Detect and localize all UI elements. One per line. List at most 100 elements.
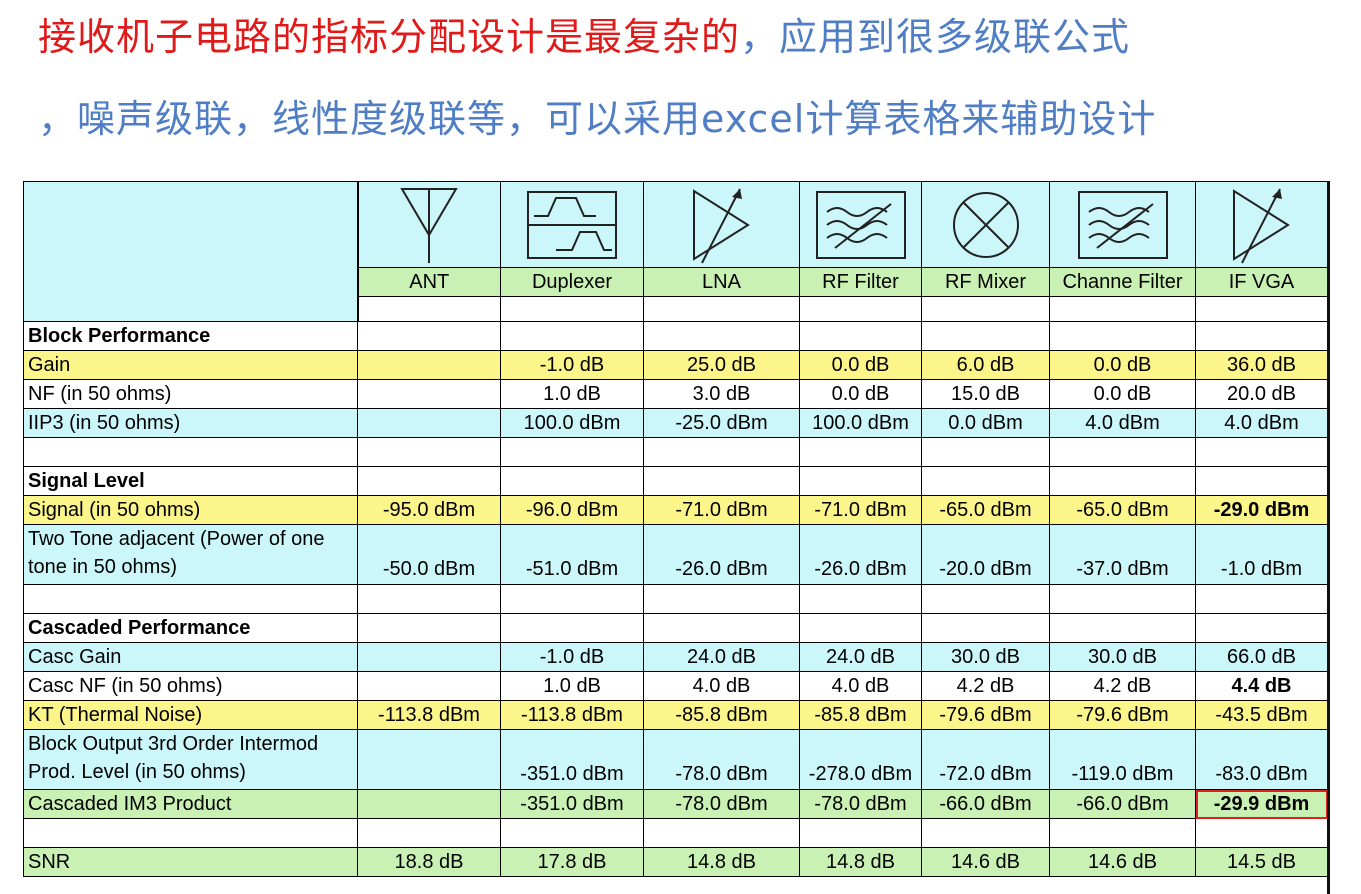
value-cell: 1.0 dB xyxy=(500,379,644,409)
row-label: Casc NF (in 50 ohms) xyxy=(23,671,358,701)
value-cell: 0.0 dB xyxy=(799,379,922,409)
value-cell: -1.0 dB xyxy=(500,350,644,380)
value-cell xyxy=(357,379,501,409)
spacer-row xyxy=(23,818,1328,848)
value-cell: -26.0 dBm xyxy=(799,524,922,585)
value-cell: -72.0 dBm xyxy=(921,729,1050,790)
section-title: Block Performance xyxy=(23,321,358,351)
value-cell xyxy=(357,642,501,672)
value-cell: 17.8 dB xyxy=(500,847,644,877)
table-row: SNR 18.8 dB 17.8 dB 14.8 dB 14.8 dB 14.6 dB 14… xyxy=(23,847,1328,877)
value-cell: -113.8 dBm xyxy=(357,700,501,730)
value-cell: 4.0 dBm xyxy=(1049,408,1196,438)
table-row: Cascaded IM3 Product -351.0 dBm -78.0 dBm -… xyxy=(23,789,1328,819)
value-cell: -65.0 dBm xyxy=(921,495,1050,525)
value-cell: 4.2 dB xyxy=(921,671,1050,701)
value-cell: 1.0 dB xyxy=(500,671,644,701)
value-cell: 66.0 dB xyxy=(1195,642,1328,672)
row-label: Signal (in 50 ohms) xyxy=(23,495,358,525)
table-row: IIP3 (in 50 ohms) 100.0 dBm -25.0 dBm 100.0… xyxy=(23,408,1328,438)
value-cell: -78.0 dBm xyxy=(799,789,922,819)
value-cell: -65.0 dBm xyxy=(1049,495,1196,525)
table-row: Signal (in 50 ohms) -95.0 dBm -96.0 dBm -71… xyxy=(23,495,1328,525)
value-cell: 14.6 dB xyxy=(921,847,1050,877)
row-label: Two Tone adjacent (Power of one tone in … xyxy=(23,524,358,585)
value-cell: -50.0 dBm xyxy=(357,524,501,585)
value-cell: 14.5 dB xyxy=(1195,847,1328,877)
value-cell xyxy=(357,729,501,790)
stage-name: LNA xyxy=(643,267,800,297)
value-cell xyxy=(357,789,501,819)
value-cell: 14.6 dB xyxy=(1049,847,1196,877)
value-cell: 20.0 dB xyxy=(1195,379,1328,409)
value-cell: -29.9 dBm xyxy=(1195,789,1328,819)
value-cell: -20.0 dBm xyxy=(921,524,1050,585)
value-cell: 4.0 dBm xyxy=(1195,408,1328,438)
duplexer-icon xyxy=(500,181,644,268)
value-cell: -78.0 dBm xyxy=(643,729,800,790)
section-title: Cascaded Performance xyxy=(23,613,358,643)
value-cell: -51.0 dBm xyxy=(500,524,644,585)
value-cell: -85.8 dBm xyxy=(643,700,800,730)
table-row: Two Tone adjacent (Power of one tone in … xyxy=(23,524,1328,585)
value-cell: 100.0 dBm xyxy=(799,408,922,438)
value-cell: 14.8 dB xyxy=(643,847,800,877)
stage-name: Channe Filter xyxy=(1049,267,1196,297)
section-row: Cascaded Performance xyxy=(23,613,1328,643)
section-title: Signal Level xyxy=(23,466,358,496)
value-cell xyxy=(357,350,501,380)
cascade-spreadsheet: ANT Duplexer LNA RF Filter RF Mixer Chan… xyxy=(23,181,1328,877)
stage-name: RF Filter xyxy=(799,267,922,297)
value-cell: -113.8 dBm xyxy=(500,700,644,730)
value-cell: 14.8 dB xyxy=(799,847,922,877)
row-label: KT (Thermal Noise) xyxy=(23,700,358,730)
value-cell: 3.0 dB xyxy=(643,379,800,409)
value-cell: -25.0 dBm xyxy=(643,408,800,438)
value-cell: 15.0 dB xyxy=(921,379,1050,409)
section-row: Signal Level xyxy=(23,466,1328,496)
heading-blue-text: ，应用到很多级联公式 xyxy=(740,15,1131,59)
lna-amplifier-icon xyxy=(643,181,800,268)
table-row: Block Output 3rd Order Intermod Prod. Le… xyxy=(23,729,1328,790)
table-row: Casc NF (in 50 ohms) 1.0 dB 4.0 dB 4.0 dB 4.… xyxy=(23,671,1328,701)
value-cell: 4.4 dB xyxy=(1195,671,1328,701)
vga-amplifier-icon xyxy=(1195,181,1328,268)
section-row: Block Performance xyxy=(23,321,1328,351)
value-cell: 24.0 dB xyxy=(799,642,922,672)
value-cell: -37.0 dBm xyxy=(1049,524,1196,585)
value-cell: -1.0 dBm xyxy=(1195,524,1328,585)
value-cell xyxy=(357,671,501,701)
value-cell: -85.8 dBm xyxy=(799,700,922,730)
value-cell: 6.0 dB xyxy=(921,350,1050,380)
value-cell: 0.0 dB xyxy=(799,350,922,380)
value-cell: -71.0 dBm xyxy=(643,495,800,525)
value-cell: -79.6 dBm xyxy=(1049,700,1196,730)
stage-name: RF Mixer xyxy=(921,267,1050,297)
value-cell: 30.0 dB xyxy=(921,642,1050,672)
corner-cell xyxy=(23,181,359,322)
row-label: Gain xyxy=(23,350,358,380)
row-label: SNR xyxy=(23,847,358,877)
value-cell: -351.0 dBm xyxy=(500,789,644,819)
symbol-row xyxy=(23,181,1328,322)
value-cell: 18.8 dB xyxy=(357,847,501,877)
value-cell: -278.0 dBm xyxy=(799,729,922,790)
table-row: KT (Thermal Noise) -113.8 dBm -113.8 dBm -8… xyxy=(23,700,1328,730)
row-label: IIP3 (in 50 ohms) xyxy=(23,408,358,438)
stage-name: IF VGA xyxy=(1195,267,1328,297)
value-cell: -26.0 dBm xyxy=(643,524,800,585)
antenna-icon xyxy=(357,181,501,268)
value-cell: 4.0 dB xyxy=(799,671,922,701)
row-label: Casc Gain xyxy=(23,642,358,672)
value-cell: -95.0 dBm xyxy=(357,495,501,525)
row-label: NF (in 50 ohms) xyxy=(23,379,358,409)
table-row: Gain -1.0 dB 25.0 dB 0.0 dB 6.0 dB 0.0 dB 36.0… xyxy=(23,350,1328,380)
value-cell: -1.0 dB xyxy=(500,642,644,672)
value-cell: 4.2 dB xyxy=(1049,671,1196,701)
value-cell: -29.0 dBm xyxy=(1195,495,1328,525)
value-cell: 24.0 dB xyxy=(643,642,800,672)
value-cell: -71.0 dBm xyxy=(799,495,922,525)
stage-name: Duplexer xyxy=(500,267,644,297)
value-cell: -119.0 dBm xyxy=(1049,729,1196,790)
row-label: Cascaded IM3 Product xyxy=(23,789,358,819)
